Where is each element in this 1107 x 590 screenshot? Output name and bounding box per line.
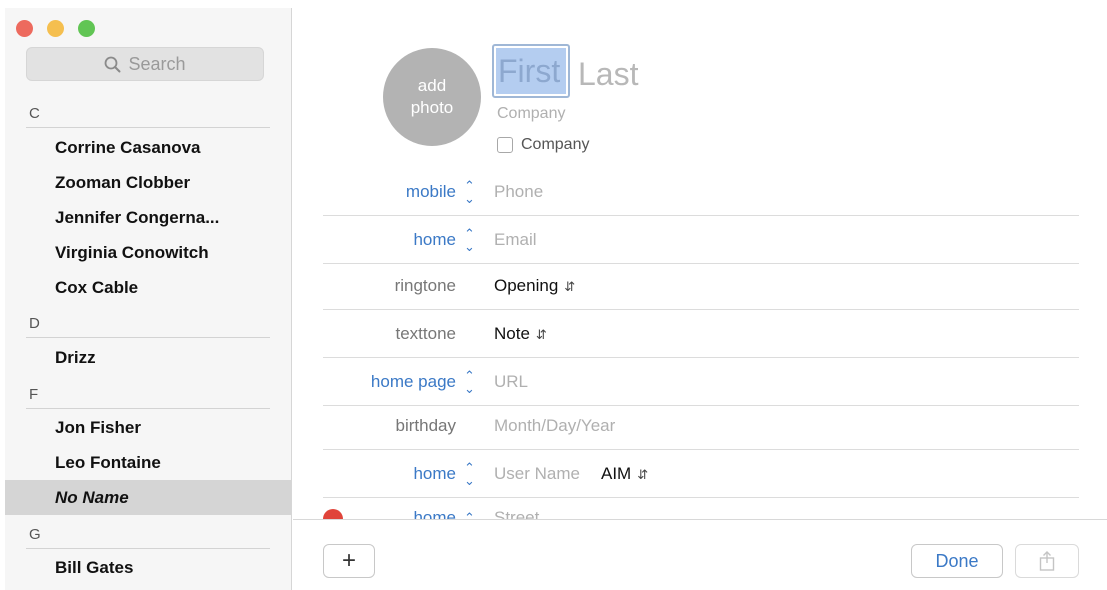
section-header-f: F bbox=[26, 381, 270, 409]
search-icon bbox=[105, 56, 121, 72]
share-button[interactable] bbox=[1015, 544, 1079, 578]
first-name-placeholder: First bbox=[496, 48, 566, 94]
search-field[interactable]: Search bbox=[26, 47, 264, 81]
up-down-chevron-icon: ⇵ bbox=[637, 466, 649, 482]
phone-label-popup[interactable]: mobile bbox=[406, 182, 456, 202]
contact-item[interactable]: Virginia Conowitch bbox=[5, 235, 291, 270]
birthday-row: birthday Month/Day/Year bbox=[323, 402, 1079, 450]
address-label-popup[interactable]: home bbox=[413, 508, 456, 519]
homepage-label-popup[interactable]: home page bbox=[371, 372, 456, 392]
contact-item[interactable]: Drizz bbox=[5, 340, 291, 375]
up-down-chevron-icon: ⇵ bbox=[564, 278, 576, 294]
contact-item[interactable]: Cox Cable bbox=[5, 270, 291, 305]
contact-item-selected[interactable]: No Name bbox=[5, 480, 291, 515]
contact-item[interactable]: Zooman Clobber bbox=[5, 165, 291, 200]
address-row-clip: home ⌃ Street bbox=[293, 498, 1107, 519]
email-field[interactable]: Email bbox=[494, 230, 537, 250]
up-down-chevron-icon[interactable]: ⌃ ⌄ bbox=[464, 461, 475, 487]
add-photo-line2: photo bbox=[410, 98, 454, 117]
phone-row: mobile ⌃ ⌄ Phone bbox=[323, 168, 1079, 216]
contact-item[interactable]: Corrine Casanova bbox=[5, 130, 291, 165]
up-down-chevron-icon[interactable]: ⌃ bbox=[464, 510, 475, 519]
contact-item[interactable]: Jennifer Congerna... bbox=[5, 200, 291, 235]
street-field[interactable]: Street bbox=[494, 508, 539, 519]
ringtone-label: ringtone bbox=[394, 275, 456, 295]
add-photo-line1: add bbox=[417, 76, 447, 95]
search-placeholder: Search bbox=[128, 53, 186, 74]
add-field-button[interactable]: + bbox=[323, 544, 375, 578]
card-footer: + Done bbox=[293, 519, 1107, 590]
contact-list-sidebar: Search C Corrine Casanova Zooman Clobber… bbox=[5, 8, 292, 590]
up-down-chevron-icon: ⇵ bbox=[535, 326, 547, 342]
add-photo-button[interactable]: add photo bbox=[383, 48, 481, 146]
share-icon bbox=[1039, 551, 1055, 571]
email-label-popup[interactable]: home bbox=[413, 230, 456, 250]
birthday-label: birthday bbox=[395, 415, 456, 435]
last-name-field[interactable]: Last bbox=[578, 56, 638, 93]
im-username-field[interactable]: User Name bbox=[494, 464, 580, 484]
ringtone-value: Opening bbox=[494, 275, 559, 295]
phone-field[interactable]: Phone bbox=[494, 182, 543, 202]
minimize-window-button[interactable] bbox=[47, 20, 64, 37]
contact-item[interactable]: Bill Gates bbox=[5, 550, 291, 585]
done-button[interactable]: Done bbox=[911, 544, 1003, 578]
im-label-popup[interactable]: home bbox=[413, 464, 456, 484]
address-row: home ⌃ Street bbox=[323, 498, 1079, 519]
ringtone-row: ringtone Opening ⇵ bbox=[323, 262, 1079, 310]
contact-item[interactable]: Jon Fisher bbox=[5, 410, 291, 445]
birthday-field[interactable]: Month/Day/Year bbox=[494, 416, 615, 436]
homepage-row: home page ⌃ ⌄ URL bbox=[323, 358, 1079, 406]
section-header-d: D bbox=[26, 310, 270, 338]
texttone-popup[interactable]: Note ⇵ bbox=[494, 324, 547, 344]
contacts-window: Search C Corrine Casanova Zooman Clobber… bbox=[0, 0, 1107, 590]
im-row: home ⌃ ⌄ User Name AIM ⇵ bbox=[323, 450, 1079, 498]
company-checkbox-label: Company bbox=[521, 136, 590, 153]
close-window-button[interactable] bbox=[16, 20, 33, 37]
company-checkbox[interactable] bbox=[497, 137, 513, 153]
up-down-chevron-icon[interactable]: ⌃ ⌄ bbox=[464, 227, 475, 253]
section-header-g: G bbox=[26, 521, 270, 549]
company-field[interactable]: Company bbox=[497, 105, 565, 123]
texttone-value: Note bbox=[494, 323, 530, 343]
email-row: home ⌃ ⌄ Email bbox=[323, 216, 1079, 264]
texttone-row: texttone Note ⇵ bbox=[323, 310, 1079, 358]
ringtone-popup[interactable]: Opening ⇵ bbox=[494, 276, 575, 296]
im-service-value: AIM bbox=[601, 463, 632, 483]
texttone-label: texttone bbox=[395, 323, 457, 343]
contact-item[interactable]: Leo Fontaine bbox=[5, 445, 291, 480]
remove-field-icon[interactable] bbox=[323, 509, 343, 519]
zoom-window-button[interactable] bbox=[78, 20, 95, 37]
up-down-chevron-icon[interactable]: ⌃ ⌄ bbox=[464, 179, 475, 205]
im-service-popup[interactable]: AIM ⇵ bbox=[601, 464, 648, 484]
up-down-chevron-icon[interactable]: ⌃ ⌄ bbox=[464, 369, 475, 395]
first-name-field[interactable]: First bbox=[492, 44, 570, 98]
url-field[interactable]: URL bbox=[494, 372, 528, 392]
company-checkbox-row[interactable]: Company bbox=[497, 136, 589, 154]
section-header-c: C bbox=[26, 100, 270, 128]
